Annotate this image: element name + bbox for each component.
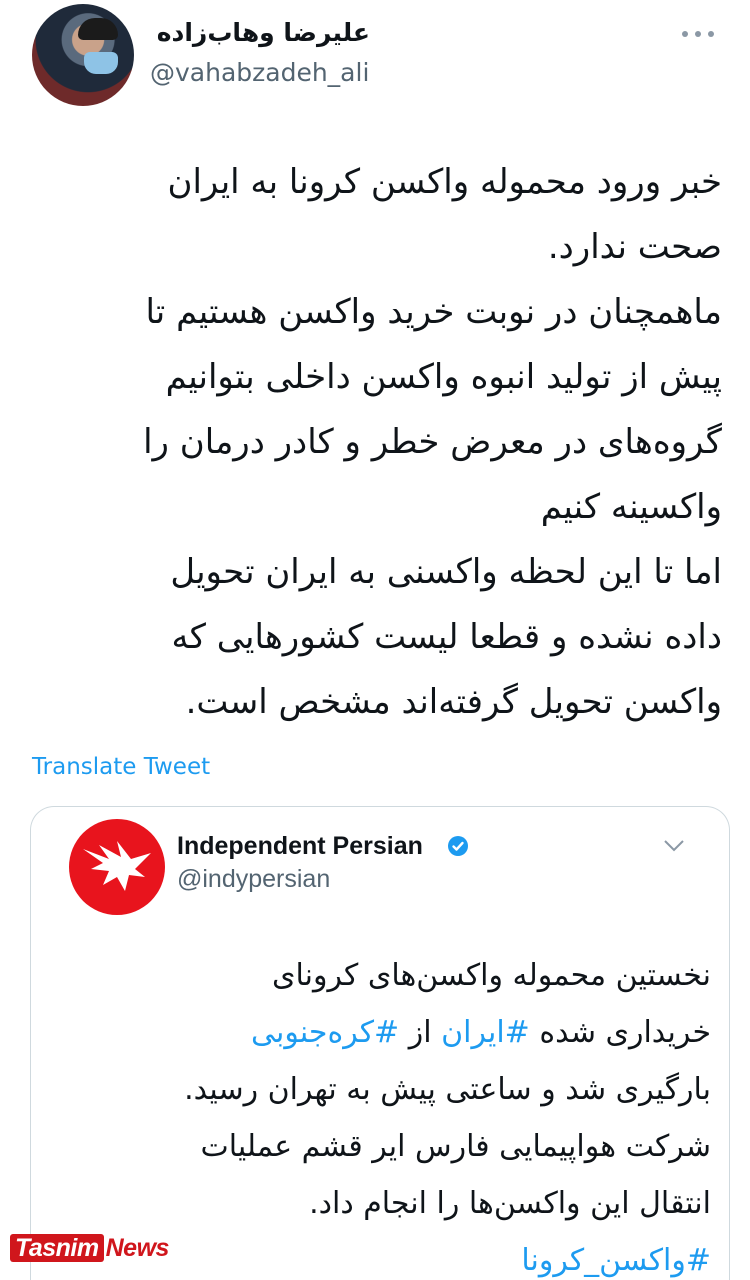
hashtag-link[interactable]: #کره‌جنوبی bbox=[251, 1015, 399, 1050]
verified-badge-icon bbox=[448, 836, 468, 856]
quoted-text-line: انتقال این واکسن‌ها را انجام داد. bbox=[111, 1175, 711, 1232]
quoted-handle[interactable]: @indypersian bbox=[177, 865, 330, 894]
quoted-name[interactable]: Independent Persian bbox=[177, 832, 423, 861]
quoted-text-line: نخستین محموله واکسن‌های کرونای bbox=[111, 947, 711, 1004]
author-display-name[interactable]: علیرضا وهاب‌زاده bbox=[150, 18, 370, 47]
avatar-mask bbox=[84, 52, 118, 74]
translate-tweet-link[interactable]: Translate Tweet bbox=[32, 754, 210, 780]
quoted-text-segment: انتقال این واکسن‌ها را انجام داد. bbox=[309, 1186, 711, 1221]
quoted-tweet[interactable]: Independent Persian @indypersian نخستین … bbox=[30, 806, 730, 1280]
quoted-text-segment: نخستین محموله واکسن‌های کرونای bbox=[272, 958, 711, 993]
hashtag-link[interactable]: #واکسن_کرونا bbox=[521, 1243, 711, 1278]
author-avatar[interactable] bbox=[32, 4, 134, 106]
watermark-news: News bbox=[105, 1234, 170, 1262]
avatar-hair bbox=[78, 18, 118, 40]
hashtag-link[interactable]: #ایران bbox=[441, 1015, 530, 1050]
watermark-tasnim: Tasnim bbox=[10, 1234, 104, 1262]
tweet-text: خبر ورود محموله واکسن کرونا به ایران صحت… bbox=[143, 162, 722, 722]
quoted-text-line: خریداری شده #ایران از #کره‌جنوبی bbox=[111, 1004, 711, 1061]
quoted-text-line: شرکت هواپیمایی فارس ایر قشم عملیات bbox=[111, 1118, 711, 1175]
quoted-text-segment: بارگیری شد و ساعتی پیش به تهران رسید. bbox=[184, 1072, 711, 1107]
quoted-text-line: بارگیری شد و ساعتی پیش به تهران رسید. bbox=[111, 1061, 711, 1118]
tweet-header: علیرضا وهاب‌زاده @vahabzadeh_ali bbox=[0, 0, 750, 110]
quoted-text-line: #واکسن_کرونا bbox=[111, 1232, 711, 1280]
quoted-avatar[interactable] bbox=[69, 819, 165, 915]
tasnim-news-watermark: Tasnim News bbox=[10, 1234, 169, 1266]
quoted-text-segment: شرکت هواپیمایی فارس ایر قشم عملیات bbox=[200, 1129, 711, 1164]
more-horizontal-icon[interactable] bbox=[682, 28, 716, 40]
quoted-text-segment: خریداری شده bbox=[529, 1015, 711, 1050]
quoted-text: نخستین محموله واکسن‌های کرونای خریداری شد… bbox=[111, 947, 711, 1280]
chevron-down-icon[interactable] bbox=[663, 839, 685, 853]
quoted-text-segment: از bbox=[399, 1015, 442, 1050]
eagle-logo-icon bbox=[83, 841, 151, 891]
author-handle[interactable]: @vahabzadeh_ali bbox=[150, 58, 369, 87]
